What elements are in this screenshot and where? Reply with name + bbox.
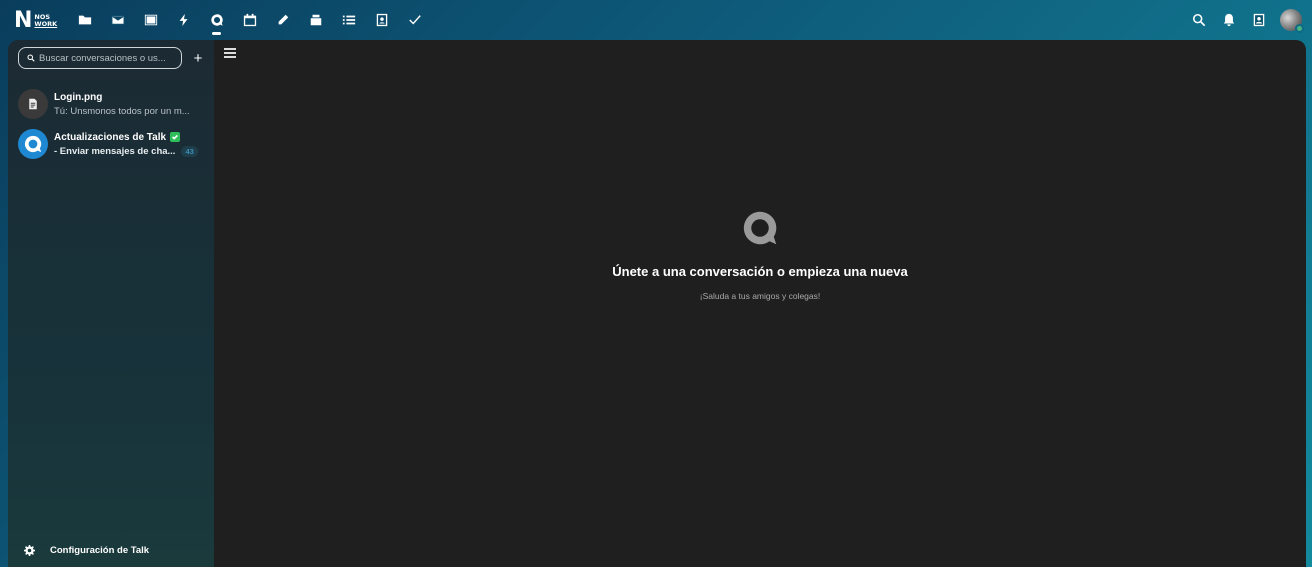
gear-icon xyxy=(24,544,35,556)
app-contacts[interactable] xyxy=(365,0,398,40)
conversation-item[interactable]: Actualizaciones de Talk - Enviar mensaje… xyxy=(18,126,208,162)
empty-subtitle: ¡Saluda a tus amigos y colegas! xyxy=(699,291,821,301)
conversation-title: Actualizaciones de Talk xyxy=(54,131,167,143)
talk-icon xyxy=(743,211,777,245)
app-notes[interactable] xyxy=(266,0,299,40)
header-right xyxy=(1184,0,1304,40)
deck-icon xyxy=(310,14,321,26)
app-photos[interactable] xyxy=(134,0,167,40)
main-content: Únete a una conversación o empieza una n… xyxy=(214,40,1306,567)
top-header: N NOS WORK xyxy=(0,0,1312,40)
empty-content: Únete a una conversación o empieza una n… xyxy=(214,208,1306,301)
unread-count-badge: 43 xyxy=(181,145,198,157)
app-activity[interactable] xyxy=(167,0,200,40)
unified-search-button[interactable] xyxy=(1184,0,1214,40)
search-input[interactable] xyxy=(39,52,179,64)
settings-label: Configuración de Talk xyxy=(50,544,150,556)
lightning-icon xyxy=(179,13,187,27)
notifications-button[interactable] xyxy=(1214,0,1244,40)
app-checks[interactable] xyxy=(398,0,431,40)
contacts-menu-icon xyxy=(1253,13,1265,27)
logo-line2: WORK xyxy=(34,20,58,28)
verified-icon xyxy=(170,132,181,142)
check-icon xyxy=(408,15,421,25)
file-avatar xyxy=(18,89,48,119)
conversation-last-message: Tú: Unsmonos todos por un m... xyxy=(54,105,190,117)
search-icon xyxy=(1192,13,1206,27)
conversation-last-message: - Enviar mensajes de cha... xyxy=(54,145,176,157)
search-icon xyxy=(27,54,35,62)
app-mail[interactable] xyxy=(101,0,134,40)
image-icon xyxy=(144,14,157,26)
user-avatar[interactable] xyxy=(1280,9,1304,33)
conversation-search[interactable] xyxy=(18,47,182,69)
app-deck[interactable] xyxy=(299,0,332,40)
nos-work-logo[interactable]: N NOS WORK xyxy=(14,8,58,33)
conversation-sidebar: + Login.png Tú: Unsmonos todos por un m.… xyxy=(8,40,214,567)
talk-avatar xyxy=(18,129,48,159)
app-tasks[interactable] xyxy=(332,0,365,40)
empty-title: Únete a una conversación o empieza una n… xyxy=(612,264,908,279)
logo-letter: N xyxy=(14,8,33,33)
talk-settings-button[interactable]: Configuración de Talk xyxy=(24,543,149,557)
app-files[interactable] xyxy=(68,0,101,40)
conversation-title: Login.png xyxy=(54,91,103,103)
app-talk[interactable] xyxy=(200,0,233,40)
file-icon xyxy=(29,98,37,110)
talk-logo-icon xyxy=(24,135,42,153)
bell-icon xyxy=(1223,13,1235,27)
pencil-icon xyxy=(278,14,288,25)
toggle-navigation-button[interactable] xyxy=(224,48,236,60)
mail-icon xyxy=(110,15,125,25)
online-status-icon xyxy=(1295,24,1304,33)
list-icon xyxy=(342,15,355,25)
app-menu xyxy=(68,0,431,40)
contacts-icon xyxy=(376,13,387,27)
app-calendar[interactable] xyxy=(233,0,266,40)
folder-icon xyxy=(78,15,91,25)
new-conversation-button[interactable]: + xyxy=(188,48,208,68)
conversation-item[interactable]: Login.png Tú: Unsmonos todos por un m... xyxy=(18,86,208,122)
contacts-menu-button[interactable] xyxy=(1244,0,1274,40)
calendar-icon xyxy=(243,13,256,27)
talk-icon xyxy=(210,14,223,26)
